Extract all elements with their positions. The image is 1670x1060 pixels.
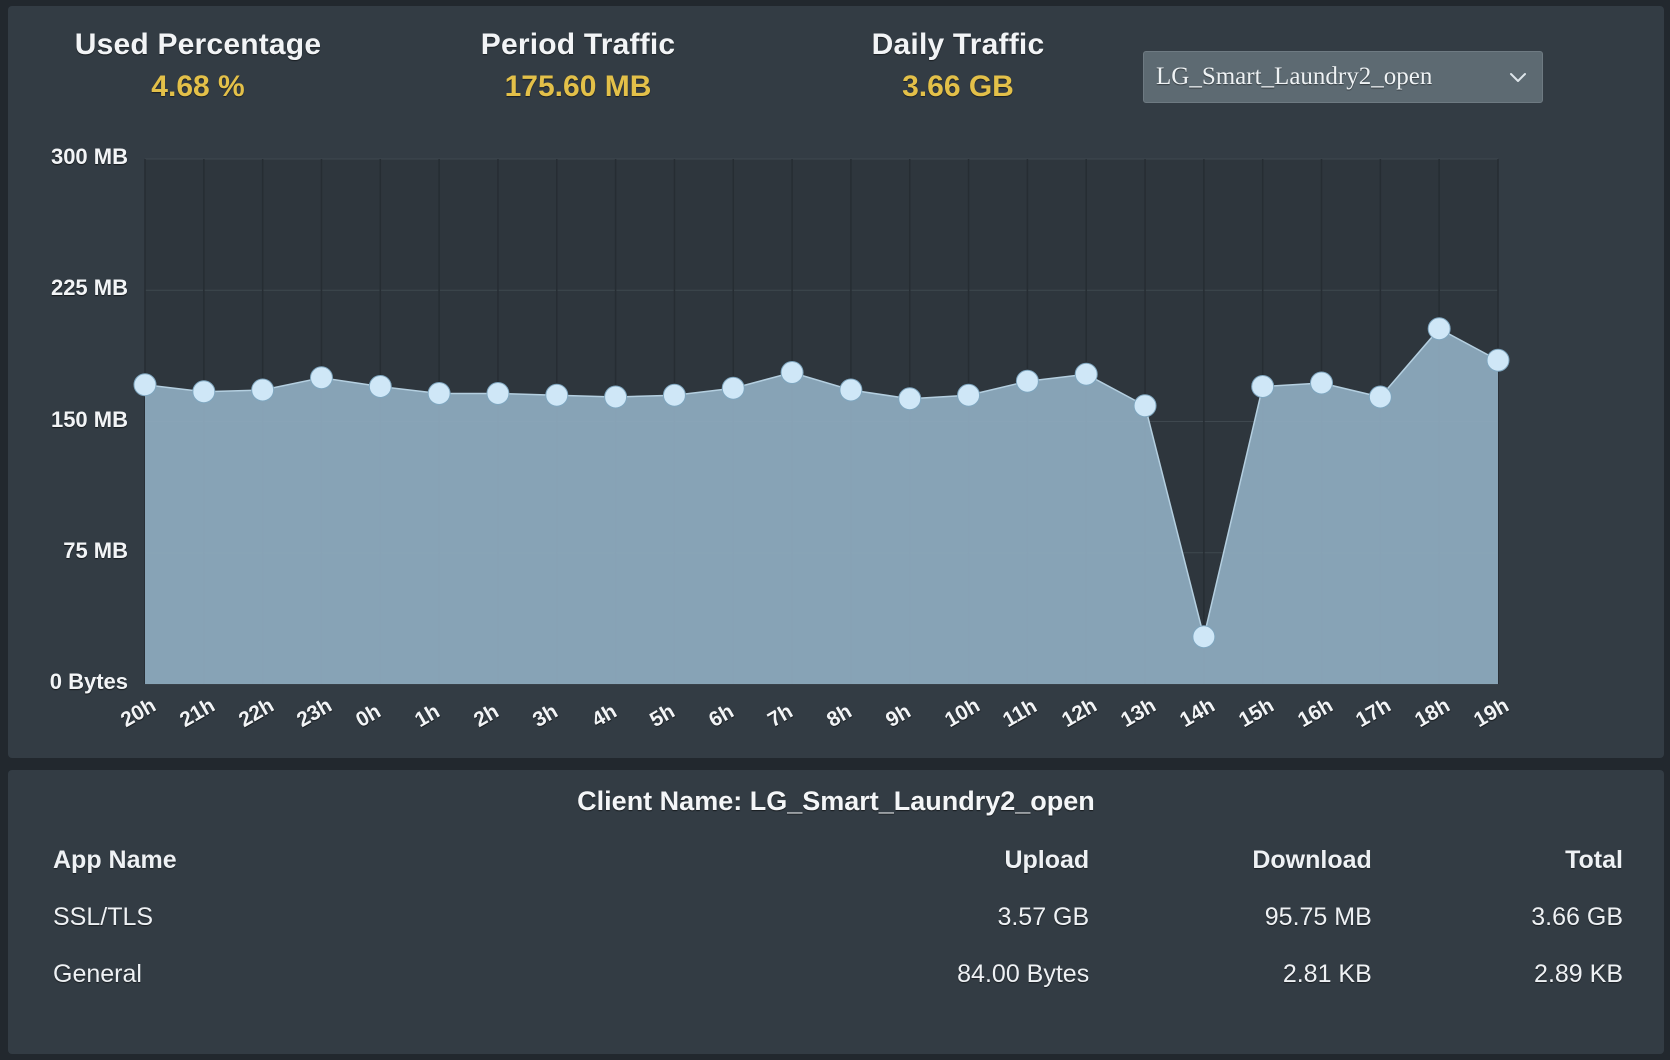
y-axis-tick-label: 0 Bytes bbox=[8, 669, 128, 695]
stat-period-traffic: Period Traffic 175.60 MB bbox=[418, 28, 738, 106]
column-header-upload: Upload bbox=[775, 832, 1089, 889]
chart-svg bbox=[8, 126, 1664, 756]
chevron-down-icon[interactable] bbox=[1506, 65, 1530, 89]
cell-download: 2.81 KB bbox=[1089, 946, 1372, 1003]
client-name-title: Client Name: LG_Smart_Laundry2_open bbox=[8, 786, 1664, 817]
cell-app-name: SSL/TLS bbox=[53, 889, 775, 946]
stat-period-traffic-label: Period Traffic bbox=[418, 28, 738, 62]
chart-panel: Used Percentage 4.68 % Period Traffic 17… bbox=[8, 6, 1664, 758]
column-header-app-name: App Name bbox=[53, 832, 775, 889]
table-row[interactable]: SSL/TLS3.57 GB95.75 MB3.66 GB bbox=[53, 889, 1623, 946]
stat-daily-traffic-value: 3.66 GB bbox=[798, 68, 1118, 106]
stat-daily-traffic-label: Daily Traffic bbox=[798, 28, 1118, 62]
client-select-dropdown[interactable]: LG_Smart_Laundry2_open bbox=[1143, 51, 1543, 103]
cell-upload: 84.00 Bytes bbox=[775, 946, 1089, 1003]
table-header-row: App Name Upload Download Total bbox=[53, 832, 1623, 889]
traffic-area-chart[interactable]: 300 MB225 MB150 MB75 MB0 Bytes 20h21h22h… bbox=[8, 126, 1664, 756]
app-traffic-panel: Client Name: LG_Smart_Laundry2_open App … bbox=[8, 770, 1664, 1054]
client-select-value: LG_Smart_Laundry2_open bbox=[1156, 63, 1506, 91]
cell-app-name: General bbox=[53, 946, 775, 1003]
cell-upload: 3.57 GB bbox=[775, 889, 1089, 946]
cell-total: 3.66 GB bbox=[1372, 889, 1623, 946]
stat-daily-traffic: Daily Traffic 3.66 GB bbox=[798, 28, 1118, 106]
y-axis-tick-label: 150 MB bbox=[8, 407, 128, 433]
stat-period-traffic-value: 175.60 MB bbox=[418, 68, 738, 106]
cell-total: 2.89 KB bbox=[1372, 946, 1623, 1003]
stat-used-percentage-label: Used Percentage bbox=[38, 28, 358, 62]
traffic-dashboard: Used Percentage 4.68 % Period Traffic 17… bbox=[0, 0, 1670, 1060]
y-axis-tick-label: 300 MB bbox=[8, 144, 128, 170]
stat-used-percentage-value: 4.68 % bbox=[38, 68, 358, 106]
cell-download: 95.75 MB bbox=[1089, 889, 1372, 946]
column-header-total: Total bbox=[1372, 832, 1623, 889]
y-axis-tick-label: 75 MB bbox=[8, 538, 128, 564]
y-axis-tick-label: 225 MB bbox=[8, 275, 128, 301]
app-traffic-table: App Name Upload Download Total SSL/TLS3.… bbox=[53, 832, 1623, 1003]
column-header-download: Download bbox=[1089, 832, 1372, 889]
table-row[interactable]: General84.00 Bytes2.81 KB2.89 KB bbox=[53, 946, 1623, 1003]
stat-used-percentage: Used Percentage 4.68 % bbox=[38, 28, 358, 106]
